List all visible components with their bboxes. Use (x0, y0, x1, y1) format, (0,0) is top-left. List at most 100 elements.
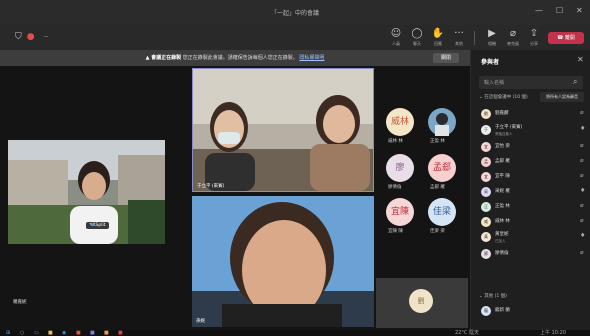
share-button[interactable]: ⇪ 分享 (522, 28, 546, 47)
participant-name: 劉嘉麟 (495, 111, 509, 116)
browser-icon[interactable]: ◉ (62, 330, 66, 336)
participant-search-input[interactable]: 輸入名稱 ⌕ (479, 76, 583, 89)
participant-avatar: 于 (481, 125, 491, 135)
two-people-video (193, 69, 373, 191)
avatar-label: 孟郄 羅 (430, 185, 445, 190)
meeting-timer: -- (44, 33, 49, 40)
participant-avatar: 采 (481, 187, 491, 197)
banner-body: 您正在錄製此會議。請確保告訴每個人您正在錄製。 (182, 55, 298, 61)
participant-name: 黃皇妮 (495, 232, 509, 237)
top-center-video-name: 于立平 (來賓) (197, 184, 225, 189)
banner-close-button[interactable]: 關閉 (433, 53, 459, 63)
teams-icon[interactable]: ■ (90, 330, 95, 336)
young-man-video (192, 196, 374, 327)
participant-role: 會議召集人 (495, 132, 513, 136)
avatar-label: 佳梁 梁 (430, 229, 445, 234)
xsplit-badge: ◥XSplit (86, 222, 109, 229)
mic-icon: ♦ (580, 232, 586, 239)
left-video-name: 羅嘉妮 (13, 300, 27, 305)
leave-label: 離開 (564, 35, 575, 41)
avatar-label: 廖倩倫 (388, 185, 402, 190)
participant-name: 采妮 羅 (495, 189, 510, 194)
banner-title: ▲ 會議正在錄製 (145, 55, 182, 61)
panel-close-icon[interactable]: ✕ (577, 55, 584, 64)
mic-off-icon: ⌀ (580, 202, 584, 209)
participant-row[interactable]: 于于立平 (來賓) 會議召集人 ♦ (481, 124, 587, 136)
toolbar-status: ⛉ ● (15, 32, 35, 42)
more-button[interactable]: ··· 其他 (447, 28, 471, 47)
participant-avatar: 廖 (481, 249, 491, 259)
participant-row[interactable]: 黃黃皇妮 已加入 ♦ (481, 231, 587, 243)
participant-row[interactable]: 宜宜平 陳 ⌀ (481, 171, 587, 183)
participant-name: 于立平 (來賓) (495, 125, 523, 130)
avatar-孟郄[interactable]: 孟郄 (428, 154, 456, 182)
avatar-佳梁[interactable]: 佳梁 (428, 198, 456, 226)
app-icon[interactable]: ■ (104, 330, 109, 336)
mute-all-button[interactable]: 將所有人設為靜音 (540, 92, 584, 102)
avatar-label: 宜陳 陳 (388, 229, 403, 234)
file-explorer-icon[interactable]: ■ (48, 330, 53, 336)
bottom-center-video-name: 孫妮 (196, 319, 205, 324)
participant-name: 孟郄 羅 (495, 159, 510, 164)
shield-icon: ⛉ (15, 32, 22, 42)
start-icon[interactable]: ⊞ (6, 330, 10, 336)
participant-row[interactable]: 孟孟郄 羅 ⌀ (481, 156, 587, 168)
avatar-label: 威林 林 (388, 139, 403, 144)
participant-row[interactable]: 宜宜怡 梁 ⌀ (481, 141, 587, 153)
participant-avatar: 黃 (481, 232, 491, 242)
share-icon: ⇪ (529, 28, 539, 39)
leave-button[interactable]: ☎ 離開 (548, 32, 584, 44)
recording-banner: ▲ 會議正在錄製 您正在錄製此會議。請確保告訴每個人您正在錄製。 隱私權聲明 關… (0, 50, 470, 66)
participant-name: 正盈 林 (495, 204, 510, 209)
participant-row[interactable]: 龍龍新 蘭 (481, 305, 587, 317)
video-tile-top-center[interactable]: 于立平 (來賓) (192, 68, 374, 192)
more-icon: ··· (454, 28, 464, 39)
panel-title: 參與者 (481, 59, 500, 66)
task-view-icon[interactable]: ▭ (34, 330, 39, 336)
section-others[interactable]: ⌄ 其他 (1 個) (479, 293, 507, 299)
xsplit-label: XSplit (92, 223, 106, 228)
title-bar: 「一起」中的會議 — ☐ ✕ (0, 0, 590, 25)
avatar-photo[interactable] (428, 108, 456, 136)
self-view-tile[interactable]: 劉 (376, 278, 468, 328)
maximize-button[interactable]: ☐ (556, 6, 563, 15)
search-icon[interactable]: ○ (20, 330, 24, 336)
app-icon[interactable]: ■ (76, 330, 81, 336)
meeting-toolbar: ⛉ ● -- ☺ 人員 ◯ 聊天 ✋ 回應 ··· 其他 ▶ 相機 ⌀ 麥克風 ⇪ 分享 ☎ 離… (0, 25, 590, 50)
avatar-label: 正盈 林 (430, 139, 445, 144)
video-stage: ◥XSplit 羅嘉妮 于立平 (來賓) 孫妮 威林 威林 林 正盈 林 廖 廖… (0, 66, 470, 330)
avatar-宜陳[interactable]: 宜陳 (386, 198, 414, 226)
app-icon[interactable]: ■ (118, 330, 123, 336)
participant-avatar: 龍 (481, 306, 491, 316)
toolbar-divider (474, 31, 475, 45)
participant-avatar: 正 (481, 202, 491, 212)
participant-row[interactable]: 采采妮 羅 ♦ (481, 186, 587, 198)
search-placeholder: 輸入名稱 (484, 80, 505, 86)
close-window-button[interactable]: ✕ (576, 6, 583, 15)
participants-panel: 參與者 ✕ 輸入名稱 ⌕ ⌄ 在這個會議中 (10 個) 將所有人設為靜音 劉劉… (470, 50, 590, 330)
avatar-廖[interactable]: 廖 (386, 154, 414, 182)
mic-off-icon: ⌀ (580, 109, 584, 116)
privacy-link[interactable]: 隱私權聲明 (299, 55, 324, 61)
participant-name: 宜平 陳 (495, 174, 510, 179)
clock-text[interactable]: 上午 10:20 (540, 330, 566, 336)
section-in-meeting[interactable]: ⌄ 在這個會議中 (10 個) (479, 94, 528, 100)
participant-avatar: 宜 (481, 142, 491, 152)
minimize-button[interactable]: — (535, 6, 543, 15)
mic-off-icon: ⌀ (580, 142, 584, 149)
windows-taskbar: ⊞ ○ ▭ ■ ◉ ■ ■ ■ ■ 22°C 陰天 上午 10:20 (0, 330, 590, 336)
video-tile-left[interactable]: ◥XSplit (8, 140, 165, 244)
more-label: 其他 (455, 41, 463, 46)
participant-avatar: 孟 (481, 157, 491, 167)
weather-text[interactable]: 22°C 陰天 (455, 330, 479, 336)
avatar-威林[interactable]: 威林 (386, 108, 414, 136)
participant-row[interactable]: 正正盈 林 ⌀ (481, 201, 587, 213)
mic-off-icon: ⌀ (580, 157, 584, 164)
participant-row[interactable]: 廖廖倩倫 ⌀ (481, 248, 587, 260)
participant-avatar: 劉 (481, 109, 491, 119)
person-photo-icon (435, 113, 449, 136)
video-tile-bottom-center[interactable]: 孫妮 (192, 196, 374, 327)
participant-row[interactable]: 威威林 林 ⌀ (481, 216, 587, 228)
participant-avatar: 宜 (481, 172, 491, 182)
participant-row[interactable]: 劉劉嘉麟 ⌀ (481, 108, 587, 120)
